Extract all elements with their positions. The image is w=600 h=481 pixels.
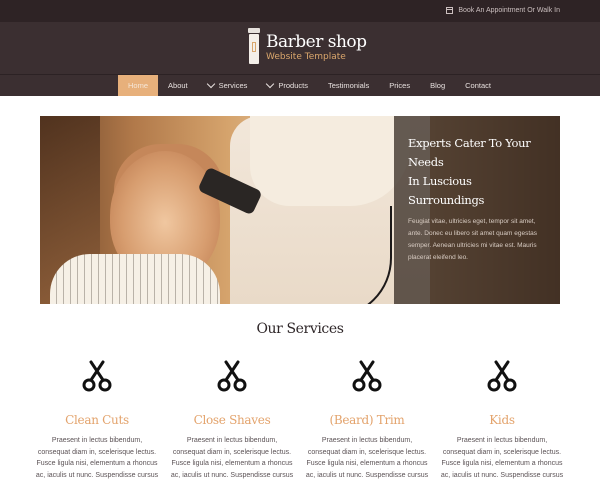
scissors-icon [487, 360, 517, 392]
nav-item-prices[interactable]: Prices [379, 75, 420, 96]
chevron-down-icon [206, 79, 215, 89]
chevron-down-icon [266, 79, 275, 89]
nav-item-contact[interactable]: Contact [455, 75, 501, 96]
hero-photo-cape [50, 254, 220, 304]
scissors-icon [217, 360, 247, 392]
nav-label: Prices [389, 81, 411, 90]
nav-item-blog[interactable]: Blog [420, 75, 455, 96]
service-card: Close Shaves Praesent in lectus bibendum… [170, 360, 294, 481]
site-logo[interactable]: Barber shop Website Template [248, 28, 367, 66]
nav-label: About [168, 81, 188, 90]
nav-item-home[interactable]: Home [118, 75, 159, 96]
services-title: Our Services [256, 321, 344, 337]
brand-subtitle: Website Template [266, 51, 346, 62]
razor-logo-icon [248, 28, 260, 66]
nav-label: Contact [465, 81, 491, 90]
nav-label: Home [128, 81, 149, 90]
hero-caption: Experts Cater To Your Needs In Luscious … [394, 116, 560, 304]
nav-label: Blog [430, 81, 446, 90]
service-desc: Praesent in lectus bibendum, consequat d… [305, 437, 429, 479]
service-desc: Praesent in lectus bibendum, consequat d… [170, 437, 294, 479]
hero-heading-line1: Experts Cater To Your Needs [408, 136, 531, 169]
hero-photo-arm [250, 116, 410, 206]
hero-banner: Experts Cater To Your Needs In Luscious … [40, 116, 560, 304]
scissors-icon [82, 360, 112, 392]
service-card: (Beard) Trim Praesent in lectus bibendum… [305, 360, 429, 481]
nav-item-about[interactable]: About [158, 75, 198, 96]
nav-item-testimonials[interactable]: Testimonials [318, 75, 379, 96]
service-name: Clean Cuts [65, 413, 129, 427]
appointment-label: Book An Appointment Or Walk In [458, 7, 560, 14]
brand-bar: Barber shop Website Template [0, 22, 600, 74]
service-name: Kids [489, 413, 515, 427]
scissors-icon [352, 360, 382, 392]
nav-label: Products [278, 81, 308, 90]
service-card: Clean Cuts Praesent in lectus bibendum, … [35, 360, 159, 481]
nav-item-services[interactable]: Services [198, 75, 258, 96]
calendar-icon [446, 7, 454, 14]
brand-title: Barber shop [266, 31, 367, 52]
service-name: (Beard) Trim [329, 413, 405, 427]
service-name: Close Shaves [193, 413, 271, 427]
hero-heading-line2: In Luscious Surroundings [408, 174, 485, 207]
nav-label: Testimonials [328, 81, 370, 90]
hero-text: Feugiat vitae, ultricies eget, tempor si… [408, 218, 537, 261]
service-card: Kids Praesent in lectus bibendum, conseq… [440, 360, 564, 481]
hero-photo-cord [270, 206, 392, 304]
main-nav: Home About Services Products Testimonial… [0, 74, 600, 96]
service-desc: Praesent in lectus bibendum, consequat d… [440, 437, 564, 479]
top-bar: Book An Appointment Or Walk In [0, 0, 600, 22]
appointment-link[interactable]: Book An Appointment Or Walk In [446, 7, 560, 14]
service-desc: Praesent in lectus bibendum, consequat d… [35, 437, 159, 479]
nav-label: Services [218, 81, 248, 90]
nav-item-products[interactable]: Products [257, 75, 318, 96]
